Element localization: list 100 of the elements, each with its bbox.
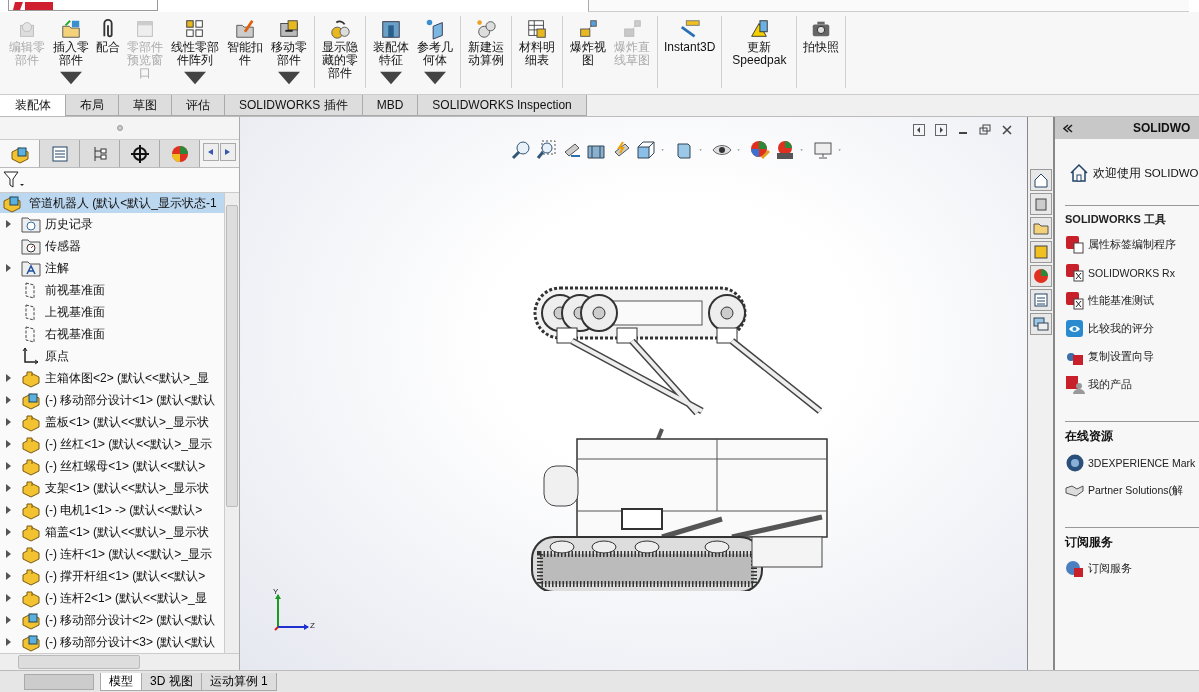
tree-item[interactable]: 注解 — [0, 257, 224, 279]
expand-arrow-icon[interactable] — [5, 527, 13, 537]
tree-item[interactable]: (-) 连杆<1> (默认<<默认>_显示 — [0, 543, 224, 565]
color-ball-icon — [1032, 268, 1049, 284]
forum-tab[interactable] — [1029, 313, 1052, 335]
toolbar-button[interactable]: 配合 — [93, 16, 123, 88]
welcome-link[interactable]: 欢迎使用 SOLIDWO — [1069, 163, 1199, 183]
home-tab[interactable] — [1029, 169, 1052, 191]
assembly-icon — [21, 632, 41, 652]
assembly-icon — [21, 390, 41, 410]
tree-item[interactable]: (-) 电机1<1> -> (默认<<默认> — [0, 499, 224, 521]
tree-item[interactable]: (-) 连杆2<1> (默认<<默认>_显 — [0, 587, 224, 609]
toolbar-button[interactable]: 装配体特征 — [369, 16, 413, 88]
task-pane-link[interactable]: 我的产品 — [1065, 371, 1199, 399]
tree-item[interactable]: 上视基准面 — [0, 301, 224, 323]
expand-arrow-icon[interactable] — [5, 637, 13, 647]
zoom-to-fit-icon[interactable] — [511, 140, 531, 160]
tree-item[interactable]: 传感器 — [0, 235, 224, 257]
toolbar-button[interactable]: 线性零部件阵列 — [167, 16, 223, 88]
expand-arrow-icon[interactable] — [5, 571, 13, 581]
toolbar-button[interactable]: 显示隐藏的零部件 — [318, 16, 362, 88]
ribbon-tab[interactable]: 装配体 — [0, 95, 66, 116]
toolbar-button[interactable]: 参考几何体 — [413, 16, 457, 88]
task-pane-link[interactable]: 复制设置向导 — [1065, 343, 1199, 371]
task-pane-link[interactable]: 比较我的评分 — [1065, 315, 1199, 343]
task-pane-link[interactable]: 订阅服务 — [1065, 555, 1199, 583]
ruler-icon — [678, 18, 701, 40]
ribbon-tab[interactable]: SOLIDWORKS Inspection — [417, 95, 587, 116]
display-style-icon[interactable] — [674, 140, 694, 160]
restore-icon[interactable] — [979, 124, 991, 136]
expand-arrow-icon[interactable] — [5, 593, 13, 603]
expand-arrow-icon[interactable] — [5, 461, 13, 471]
tree-item[interactable]: 原点 — [0, 345, 224, 367]
task-pane-link[interactable]: Partner Solutions(解 — [1065, 477, 1199, 505]
filter-icon[interactable] — [3, 170, 25, 190]
view-orientation-icon[interactable] — [636, 140, 656, 160]
expand-arrow-icon[interactable] — [5, 395, 13, 405]
view-palette-tab[interactable] — [1029, 241, 1052, 263]
expand-arrow-icon[interactable] — [5, 615, 13, 625]
tree-item[interactable]: 支架<1> (默认<<默认>_显示状 — [0, 477, 224, 499]
expand-arrow-icon[interactable] — [5, 505, 13, 515]
ribbon-tab[interactable]: 布局 — [65, 95, 119, 116]
toolbar-button[interactable]: 更新 Speedpak — [725, 16, 794, 88]
scene-icon[interactable] — [775, 140, 795, 160]
task-pane-link[interactable]: 属性标签编制程序 — [1065, 231, 1199, 259]
file-explorer-tab[interactable] — [1029, 217, 1052, 239]
ribbon-tab[interactable]: 评估 — [171, 95, 225, 116]
tree-item[interactable]: 主箱体图<2> (默认<<默认>_显 — [0, 367, 224, 389]
tree-item[interactable]: 右视基准面 — [0, 323, 224, 345]
ribbon-tab[interactable]: 草图 — [118, 95, 172, 116]
crosshair-tab[interactable] — [120, 140, 160, 167]
scroll-right-button[interactable] — [220, 143, 236, 161]
tree-item[interactable]: (-) 丝杠螺母<1> (默认<<默认> — [0, 455, 224, 477]
tree-item[interactable]: 箱盖<1> (默认<<默认>_显示状 — [0, 521, 224, 543]
toolbar-button[interactable]: 插入零部件 — [49, 16, 93, 88]
tree-item[interactable]: (-) 丝杠<1> (默认<<默认>_显示 — [0, 433, 224, 455]
feature-manager-tab[interactable] — [0, 140, 40, 167]
expand-arrow-icon[interactable] — [5, 263, 13, 273]
tree-item[interactable]: 盖板<1> (默认<<默认>_显示状 — [0, 411, 224, 433]
edit-appearance-icon[interactable] — [750, 140, 770, 160]
expand-arrow-icon[interactable] — [5, 439, 13, 449]
close-icon[interactable] — [1001, 124, 1013, 136]
tree-item[interactable]: 历史记录 — [0, 213, 224, 235]
ribbon-tab[interactable]: MBD — [361, 95, 419, 116]
tree-item[interactable]: (-) 撑开杆组<1> (默认<<默认> — [0, 565, 224, 587]
expand-arrow-icon[interactable] — [5, 549, 13, 559]
part-icon — [21, 566, 41, 586]
tree-item[interactable]: (-) 移动部分设计<2> (默认<默认 — [0, 609, 224, 631]
property-manager-tab[interactable] — [40, 140, 80, 167]
expand-arrow-icon[interactable] — [5, 417, 13, 427]
task-pane-link[interactable]: 3DEXPERIENCE Mark — [1065, 449, 1199, 477]
zoom-area-icon[interactable] — [536, 140, 556, 160]
model-view-tab[interactable]: 3D 视图 — [141, 672, 202, 691]
toolbar-button[interactable]: 拍快照 — [800, 16, 843, 88]
expand-arrow-icon[interactable] — [5, 219, 13, 229]
model-view-tab[interactable]: 模型 — [100, 672, 142, 691]
task-pane-link[interactable]: SOLIDWORKS Rx — [1065, 259, 1199, 287]
task-pane-link[interactable]: 性能基准测试 — [1065, 287, 1199, 315]
history-folder-icon — [21, 214, 41, 234]
tree-root-item[interactable]: 管道机器人 (默认<默认_显示状态-1 — [0, 193, 224, 213]
custom-properties-tab[interactable] — [1029, 289, 1052, 311]
collapse-chevrons-icon[interactable] — [1063, 123, 1073, 133]
scrollbar-thumb[interactable] — [226, 205, 238, 507]
tree-item[interactable]: (-) 移动部分设计<3> (默认<默认 — [0, 631, 224, 653]
tree-item[interactable]: (-) 移动部分设计<1> (默认<默认 — [0, 389, 224, 411]
expand-arrow-icon[interactable] — [5, 483, 13, 493]
ribbon-tab[interactable]: SOLIDWORKS 插件 — [224, 95, 363, 116]
toolbar-button[interactable]: 爆炸视图 — [566, 16, 610, 88]
appearance-tab[interactable] — [1029, 265, 1052, 287]
expand-arrow-icon[interactable] — [5, 373, 13, 383]
tree-item[interactable]: 前视基准面 — [0, 279, 224, 301]
scrollbar-thumb[interactable] — [18, 655, 140, 669]
toolbar-button[interactable]: 移动零部件 — [267, 16, 311, 88]
model-view-tab[interactable]: 运动算例 1 — [200, 672, 277, 691]
toolbar-button[interactable]: 材料明细表 — [515, 16, 559, 88]
scroll-left-button[interactable] — [203, 143, 219, 161]
toolbar-button[interactable]: 智能扣件 — [223, 16, 267, 88]
user-icon — [1065, 375, 1085, 395]
toolbar-button[interactable]: 新建运动算例 — [464, 16, 508, 88]
toolbar-button[interactable]: Instant3D — [661, 16, 719, 88]
